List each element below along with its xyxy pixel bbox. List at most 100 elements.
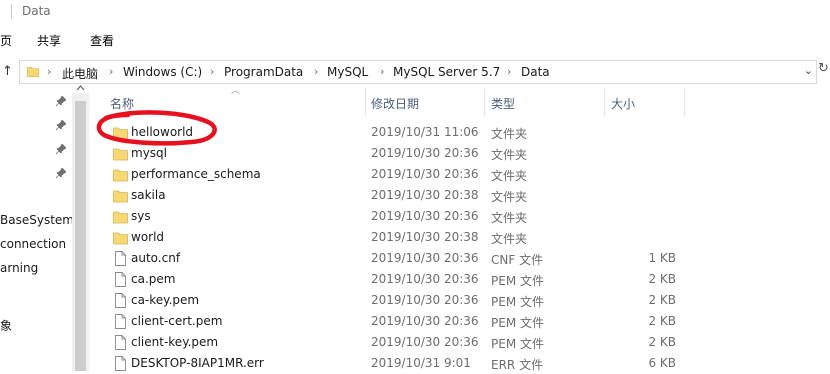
file-row[interactable]: sys 2019/10/30 20:36 文件夹 [96,206,830,227]
file-row[interactable]: ca-key.pem 2019/10/30 20:36 PEM 文件 2 KB [96,290,830,311]
column-header-row: ︿ 名称 修改日期 类型 大小 [96,86,830,118]
address-bar[interactable]: › 此电脑 › Windows (C:) › ProgramData › MyS… [19,60,817,84]
file-type: 文件夹 [491,127,528,141]
column-header-type[interactable]: 类型 [491,95,515,112]
file-type: 文件夹 [491,232,528,246]
file-row[interactable]: helloworld 2019/10/31 11:06 文件夹 [96,122,830,143]
pin-icon[interactable] [56,120,66,130]
file-row[interactable]: client-key.pem 2019/10/30 20:36 PEM 文件 2 KB [96,332,830,353]
breadcrumb-chevron-icon: › [507,65,512,78]
address-row: ↑ › 此电脑 › Windows (C:) › ProgramData › M… [0,56,830,86]
breadcrumb-data[interactable]: Data [521,65,550,79]
file-date-modified: 2019/10/30 20:36 [371,167,479,181]
refresh-icon[interactable]: ↻ [818,61,829,76]
file-icon [113,356,128,371]
folder-icon [27,67,39,77]
tab-share[interactable]: 共享 [37,32,61,49]
tab-home[interactable]: 页 [0,32,12,49]
folder-icon [113,188,128,203]
file-row[interactable]: world 2019/10/30 20:38 文件夹 [96,227,830,248]
file-row[interactable]: ca.pem 2019/10/30 20:36 PEM 文件 2 KB [96,269,830,290]
folder-icon [113,209,128,224]
file-icon [113,251,128,266]
breadcrumb-chevron-icon: › [314,65,319,78]
breadcrumb-chevron-icon: › [47,65,52,78]
folder-icon [113,230,128,245]
folder-icon [113,125,128,140]
file-date-modified: 2019/10/30 20:36 [371,293,479,307]
file-type: 文件夹 [491,211,528,225]
file-type: 文件夹 [491,190,528,204]
pin-icon[interactable] [56,96,66,106]
file-name: sys [131,209,151,223]
file-name: ca.pem [131,272,176,286]
nav-scrollbar-thumb[interactable] [75,101,86,371]
file-icon [113,293,128,308]
chevron-down-icon[interactable]: ⌄ [804,64,813,77]
file-name: sakila [131,188,166,202]
file-date-modified: 2019/10/30 20:36 [371,272,479,286]
nav-item-basesystem[interactable]: BaseSystem [0,213,74,227]
file-type: 文件夹 [491,148,528,162]
breadcrumb-programdata[interactable]: ProgramData [224,65,303,79]
title-bar: Data [0,0,830,24]
window-title: Data [22,4,51,18]
pin-icon[interactable] [56,168,66,178]
title-divider [11,4,12,19]
file-size: 2 KB [648,314,676,328]
file-size: 2 KB [648,272,676,286]
breadcrumb-chevron-icon: › [109,65,114,78]
column-header-size[interactable]: 大小 [611,95,635,112]
file-type: ERR 文件 [491,358,544,372]
file-type: PEM 文件 [491,316,544,330]
file-name: ca-key.pem [131,293,200,307]
file-type: PEM 文件 [491,274,544,288]
tab-view[interactable]: 查看 [90,32,114,49]
file-date-modified: 2019/10/31 11:06 [371,125,479,139]
file-icon [113,335,128,350]
file-row[interactable]: performance_schema 2019/10/30 20:36 文件夹 [96,164,830,185]
column-divider[interactable] [484,88,485,116]
nav-item-connection[interactable]: connection [0,237,66,251]
file-name: client-key.pem [131,335,219,349]
file-icon [113,272,128,287]
file-name: auto.cnf [131,251,181,265]
file-row[interactable]: mysql 2019/10/30 20:36 文件夹 [96,143,830,164]
breadcrumb-chevron-icon: › [380,65,385,78]
pin-icon[interactable] [56,144,66,154]
column-divider[interactable] [604,88,605,116]
file-name: DESKTOP-8IAP1MR.err [131,356,264,370]
nav-item-learning[interactable]: arning [0,261,38,275]
breadcrumb-mysql[interactable]: MySQL [327,65,368,79]
file-type: PEM 文件 [491,337,544,351]
breadcrumb-chevron-icon: › [210,65,215,78]
column-header-name[interactable]: 名称 [110,95,134,112]
file-name: world [131,230,165,244]
scroll-up-arrow-icon[interactable] [76,84,85,93]
column-divider[interactable] [365,88,366,116]
file-date-modified: 2019/10/30 20:36 [371,251,479,265]
breadcrumb-windows-c[interactable]: Windows (C:) [123,65,202,79]
file-date-modified: 2019/10/31 9:01 [371,356,471,370]
file-row[interactable]: sakila 2019/10/30 20:38 文件夹 [96,185,830,206]
file-date-modified: 2019/10/30 20:36 [371,314,479,328]
file-date-modified: 2019/10/30 20:38 [371,188,479,202]
column-header-date[interactable]: 修改日期 [371,95,419,112]
file-size: 2 KB [648,293,676,307]
file-size: 6 KB [648,356,676,370]
breadcrumb-this-pc[interactable]: 此电脑 [62,65,98,82]
folder-icon [113,167,128,182]
up-arrow-icon[interactable]: ↑ [2,64,13,79]
file-date-modified: 2019/10/30 20:38 [371,230,479,244]
column-divider[interactable] [684,88,685,116]
file-row[interactable]: client-cert.pem 2019/10/30 20:36 PEM 文件 2 K… [96,311,830,332]
file-type: CNF 文件 [491,253,544,267]
breadcrumb-mysql-server[interactable]: MySQL Server 5.7 [393,65,500,79]
folder-icon [113,146,128,161]
nav-item-objects[interactable]: 象 [0,317,12,334]
file-date-modified: 2019/10/30 20:36 [371,146,479,160]
file-date-modified: 2019/10/30 20:36 [371,335,479,349]
file-type: PEM 文件 [491,295,544,309]
file-row[interactable]: auto.cnf 2019/10/30 20:36 CNF 文件 1 KB [96,248,830,269]
file-name: performance_schema [131,167,261,181]
